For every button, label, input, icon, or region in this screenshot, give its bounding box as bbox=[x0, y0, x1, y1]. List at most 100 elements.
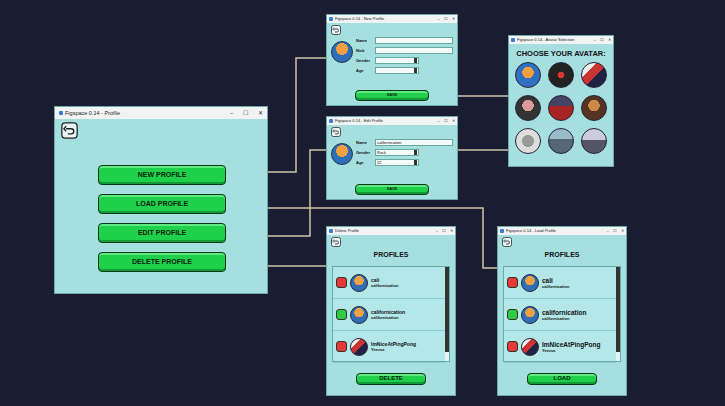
profile-form-window: Figspace 0.14 - New Profile–☐✕NameNickGe… bbox=[326, 14, 458, 106]
field-input[interactable]: 22 bbox=[375, 159, 419, 166]
avatar-option[interactable] bbox=[515, 128, 541, 154]
avatar-option[interactable] bbox=[581, 128, 607, 154]
window-control[interactable]: – bbox=[230, 107, 233, 119]
profile-list-window: Figspace 0.14 - Load Profile–☐✕PROFILESc… bbox=[497, 226, 627, 396]
profile-nick: californication bbox=[542, 284, 569, 289]
title-bar: Delete Profile–☐ ✕ bbox=[327, 227, 455, 235]
field-input[interactable] bbox=[375, 47, 453, 54]
field-input[interactable] bbox=[375, 67, 419, 74]
window-control[interactable]: ☐ bbox=[444, 117, 448, 125]
window-control[interactable]: – bbox=[438, 117, 440, 125]
dropdown-arrow-icon[interactable] bbox=[414, 68, 417, 73]
profile-row[interactable]: ImNiceAtPingPongYeezus bbox=[504, 331, 616, 363]
dropdown-arrow-icon[interactable] bbox=[414, 58, 417, 63]
field-input[interactable]: californication bbox=[375, 139, 453, 146]
status-dot[interactable] bbox=[336, 277, 347, 288]
title-bar: Figspace 0.14 - Avatar Selection–☐ ✕ bbox=[509, 36, 613, 44]
avatar-option[interactable] bbox=[548, 62, 574, 88]
profile-list: calicalifornicationcalifornicationcalifo… bbox=[332, 266, 450, 362]
back-arrow-icon[interactable] bbox=[331, 237, 341, 247]
field-input[interactable] bbox=[375, 37, 453, 44]
avatar-option[interactable] bbox=[548, 128, 574, 154]
status-dot[interactable] bbox=[507, 277, 518, 288]
window-control[interactable]: ✕ bbox=[450, 227, 453, 235]
profile-nick: californication bbox=[371, 283, 398, 288]
profile-form-window: Figspace 0.14 - Edit Profile–☐ ✕ Namecalif… bbox=[326, 116, 458, 200]
window-control[interactable]: ☐ bbox=[442, 227, 446, 235]
field-input[interactable]: Rock bbox=[375, 149, 419, 156]
window-title: Figspace 0.14 - Load Profile bbox=[506, 227, 605, 235]
profile-row[interactable]: californicationcalifornication bbox=[504, 299, 616, 331]
menu-button[interactable]: EDIT PROFILE bbox=[98, 223, 226, 243]
back-arrow-icon[interactable] bbox=[331, 127, 341, 137]
avatar-option[interactable] bbox=[515, 95, 541, 121]
avatar-picture[interactable] bbox=[331, 143, 353, 165]
menu-button[interactable]: LOAD PROFILE bbox=[98, 194, 226, 214]
back-arrow-icon[interactable] bbox=[331, 25, 341, 35]
window-title: Figspace 0.14 - Edit Profile bbox=[335, 117, 436, 125]
profile-avatar bbox=[521, 274, 539, 292]
avatar-option[interactable] bbox=[581, 62, 607, 88]
profile-nick: Yeezus bbox=[542, 348, 601, 353]
profile-row[interactable]: calicalifornication bbox=[504, 267, 616, 299]
window-title: Delete Profile bbox=[335, 227, 434, 235]
window-control[interactable]: – bbox=[607, 227, 609, 235]
form-field: GenderRock bbox=[356, 149, 453, 156]
profile-nick: californication bbox=[371, 315, 405, 320]
profile-row[interactable]: californicationcalifornication bbox=[333, 299, 445, 331]
window-control[interactable]: ✕ bbox=[608, 36, 611, 44]
profile-nick: californication bbox=[542, 316, 586, 321]
avatar-option[interactable] bbox=[515, 62, 541, 88]
avatar-option[interactable] bbox=[548, 95, 574, 121]
scrollbar[interactable] bbox=[445, 267, 449, 361]
window-control[interactable]: ☐ bbox=[444, 15, 448, 23]
profile-row[interactable]: ImNiceAtPingPongYeezus bbox=[333, 331, 445, 363]
status-dot[interactable] bbox=[507, 341, 518, 352]
menu-button[interactable]: DELETE PROFILE bbox=[98, 252, 226, 272]
connector bbox=[458, 149, 508, 151]
window-control[interactable]: ☐ bbox=[243, 107, 248, 119]
field-label: Name bbox=[356, 38, 372, 43]
scrollbar[interactable] bbox=[616, 267, 620, 361]
status-dot[interactable] bbox=[507, 309, 518, 320]
profile-name: californication bbox=[371, 309, 405, 315]
window-control[interactable]: ✕ bbox=[258, 107, 263, 119]
dropdown-arrow-icon[interactable] bbox=[414, 160, 417, 165]
action-button[interactable]: LOAD bbox=[527, 373, 597, 385]
field-label: Gender bbox=[356, 58, 372, 63]
app-icon bbox=[329, 119, 333, 123]
profile-row[interactable]: calicalifornication bbox=[333, 267, 445, 299]
window-control[interactable]: – bbox=[438, 15, 440, 23]
window-control[interactable]: ☐ bbox=[600, 36, 604, 44]
save-button[interactable]: SAVE bbox=[355, 90, 429, 101]
profile-name: ImNiceAtPingPong bbox=[542, 341, 601, 348]
form-field: Nick bbox=[356, 47, 453, 54]
window-control[interactable]: ✕ bbox=[621, 227, 624, 235]
back-arrow-icon[interactable] bbox=[61, 122, 78, 139]
profile-avatar bbox=[521, 306, 539, 324]
window-control[interactable]: ✕ bbox=[452, 117, 455, 125]
avatar-selection-window: Figspace 0.14 - Avatar Selection–☐ ✕ CHOOS… bbox=[508, 35, 614, 167]
window-control[interactable]: ✕ bbox=[452, 15, 455, 23]
menu-button[interactable]: NEW PROFILE bbox=[98, 165, 226, 185]
profile-avatar bbox=[350, 306, 368, 324]
back-arrow-icon[interactable] bbox=[502, 237, 512, 247]
action-button[interactable]: DELETE bbox=[356, 373, 426, 385]
profile-avatar bbox=[350, 274, 368, 292]
save-button[interactable]: SAVE bbox=[355, 184, 429, 195]
status-dot[interactable] bbox=[336, 341, 347, 352]
heading: CHOOSE YOUR AVATAR: bbox=[509, 49, 613, 58]
field-input[interactable] bbox=[375, 57, 419, 64]
window-control[interactable]: – bbox=[436, 227, 438, 235]
window-control[interactable]: – bbox=[594, 36, 596, 44]
window-title: Figspace 0.14 - Avatar Selection bbox=[517, 36, 592, 44]
window-control[interactable]: ☐ bbox=[613, 227, 617, 235]
form-field: Namecalifornication bbox=[356, 139, 453, 146]
avatar-option[interactable] bbox=[581, 95, 607, 121]
title-bar: Figspace 0.14 - Load Profile–☐ ✕ bbox=[498, 227, 626, 235]
avatar-picture[interactable] bbox=[331, 41, 353, 63]
window-title: Figspace 0.14 - Profile bbox=[65, 107, 228, 119]
status-dot[interactable] bbox=[336, 309, 347, 320]
dropdown-arrow-icon[interactable] bbox=[414, 150, 417, 155]
form-field: Age22 bbox=[356, 159, 453, 166]
